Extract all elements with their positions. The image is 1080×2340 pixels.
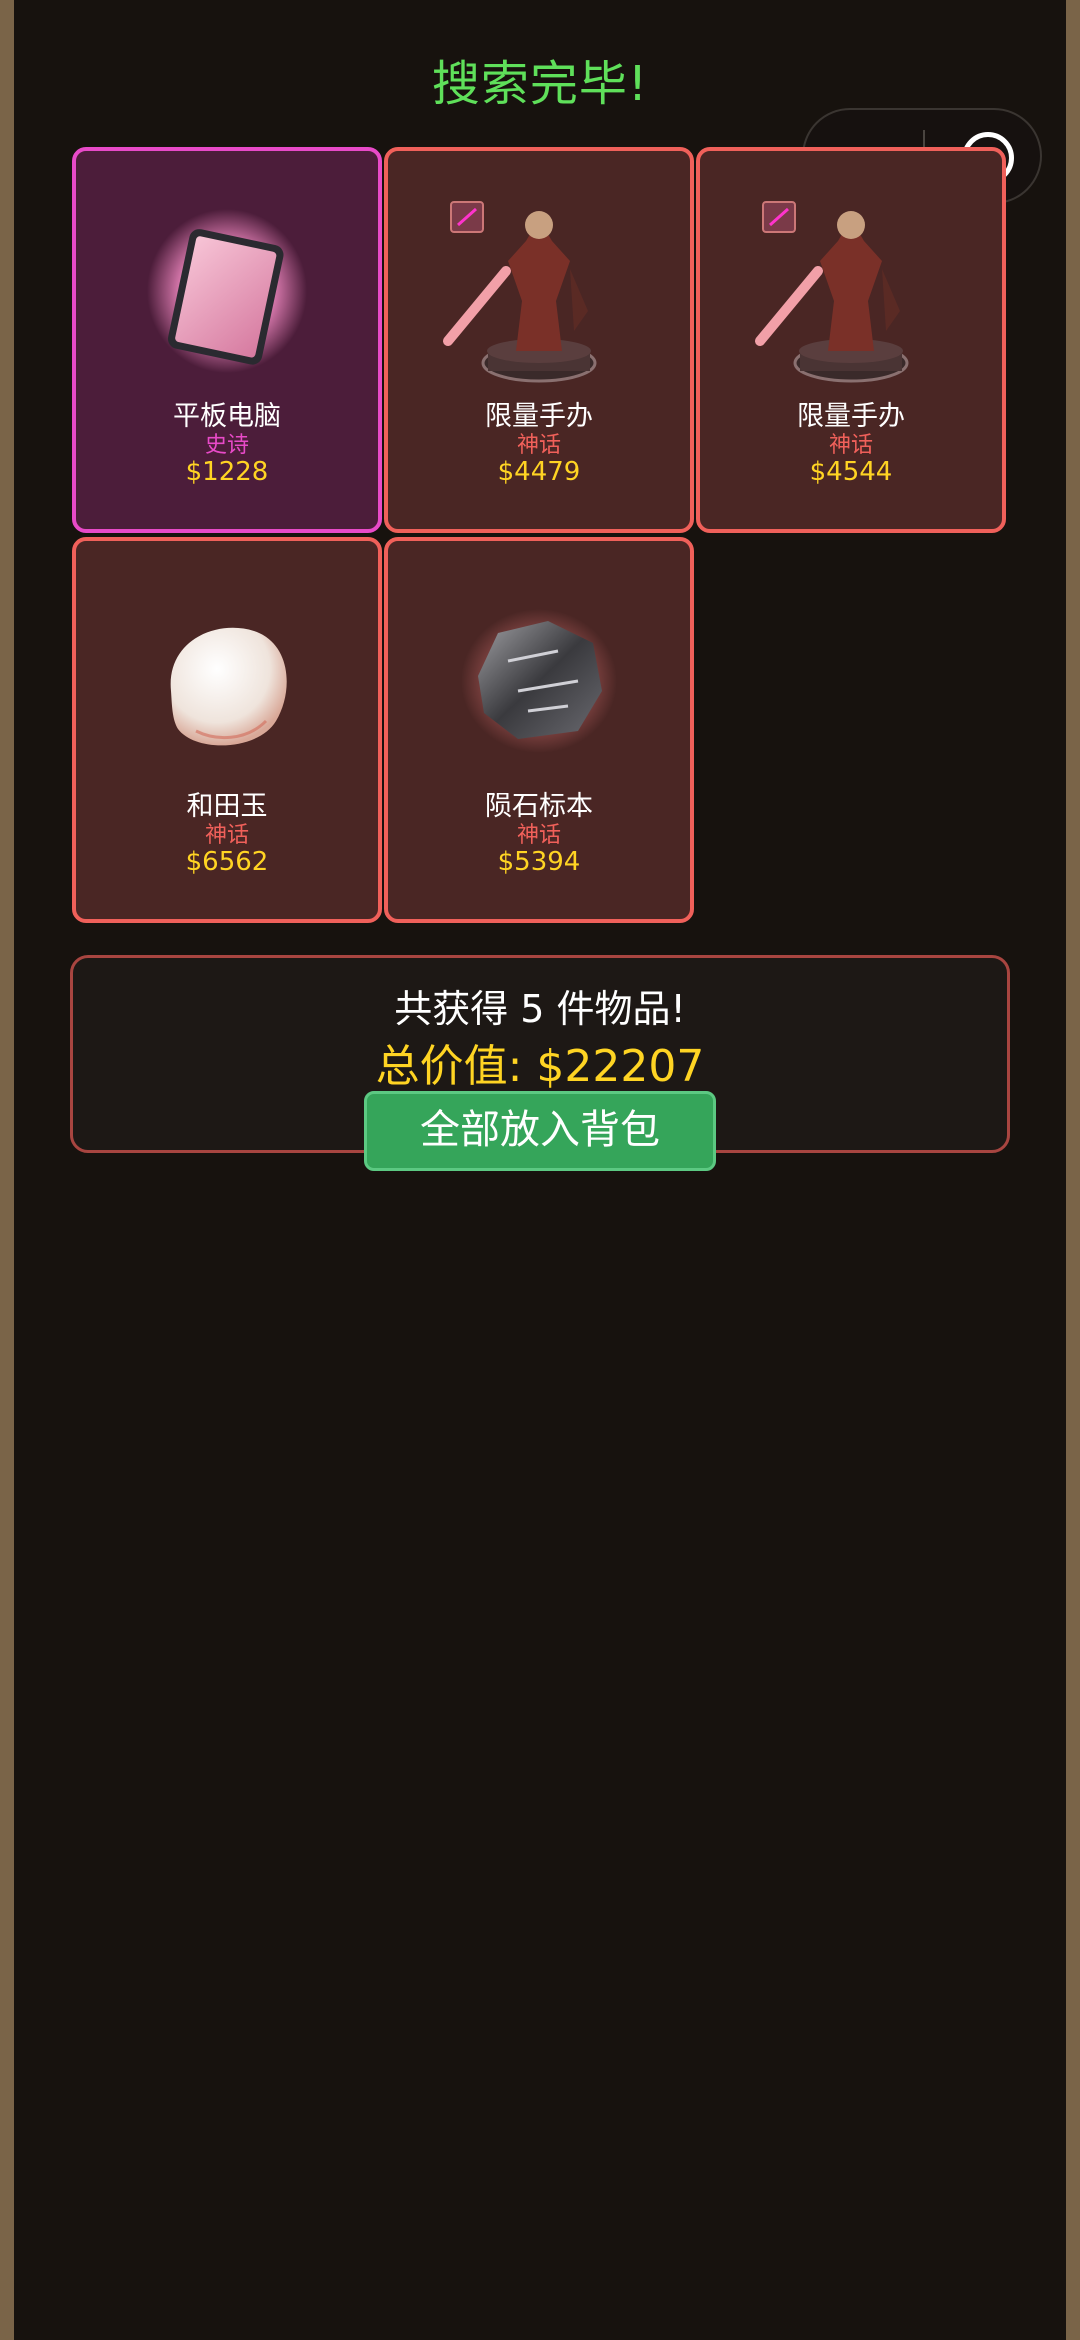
item-price: $4544 [809, 457, 893, 487]
figure-icon [388, 191, 690, 391]
tablet-icon [76, 191, 378, 391]
item-card-figure[interactable]: 限量手办 神话 $4479 [384, 147, 694, 533]
page-title: 搜索完毕! [431, 56, 649, 112]
jade-icon [76, 581, 378, 781]
item-rarity: 史诗 [204, 433, 249, 458]
item-card-meteorite[interactable]: 陨石标本 神话 $5394 [384, 537, 694, 923]
item-price: $4479 [497, 457, 581, 487]
total-value-text: 总价值: $22207 [375, 1041, 705, 1092]
item-price: $5394 [497, 847, 581, 877]
meteorite-icon [388, 581, 690, 781]
put-all-in-bag-button[interactable]: 全部放入背包 [364, 1091, 716, 1171]
item-card-tablet[interactable]: 平板电脑 史诗 $1228 [72, 147, 382, 533]
item-card-jade[interactable]: 和田玉 神话 $6562 [72, 537, 382, 923]
item-rarity: 神话 [516, 823, 561, 848]
figure-icon [700, 191, 1002, 391]
item-count-text: 共获得 5 件物品! [394, 987, 686, 1031]
item-rarity: 神话 [516, 433, 561, 458]
item-rarity: 神话 [828, 433, 873, 458]
item-price: $1228 [185, 457, 269, 487]
item-card-figure[interactable]: 限量手办 神话 $4544 [696, 147, 1006, 533]
item-rarity: 神话 [204, 823, 249, 848]
item-price: $6562 [185, 847, 269, 877]
